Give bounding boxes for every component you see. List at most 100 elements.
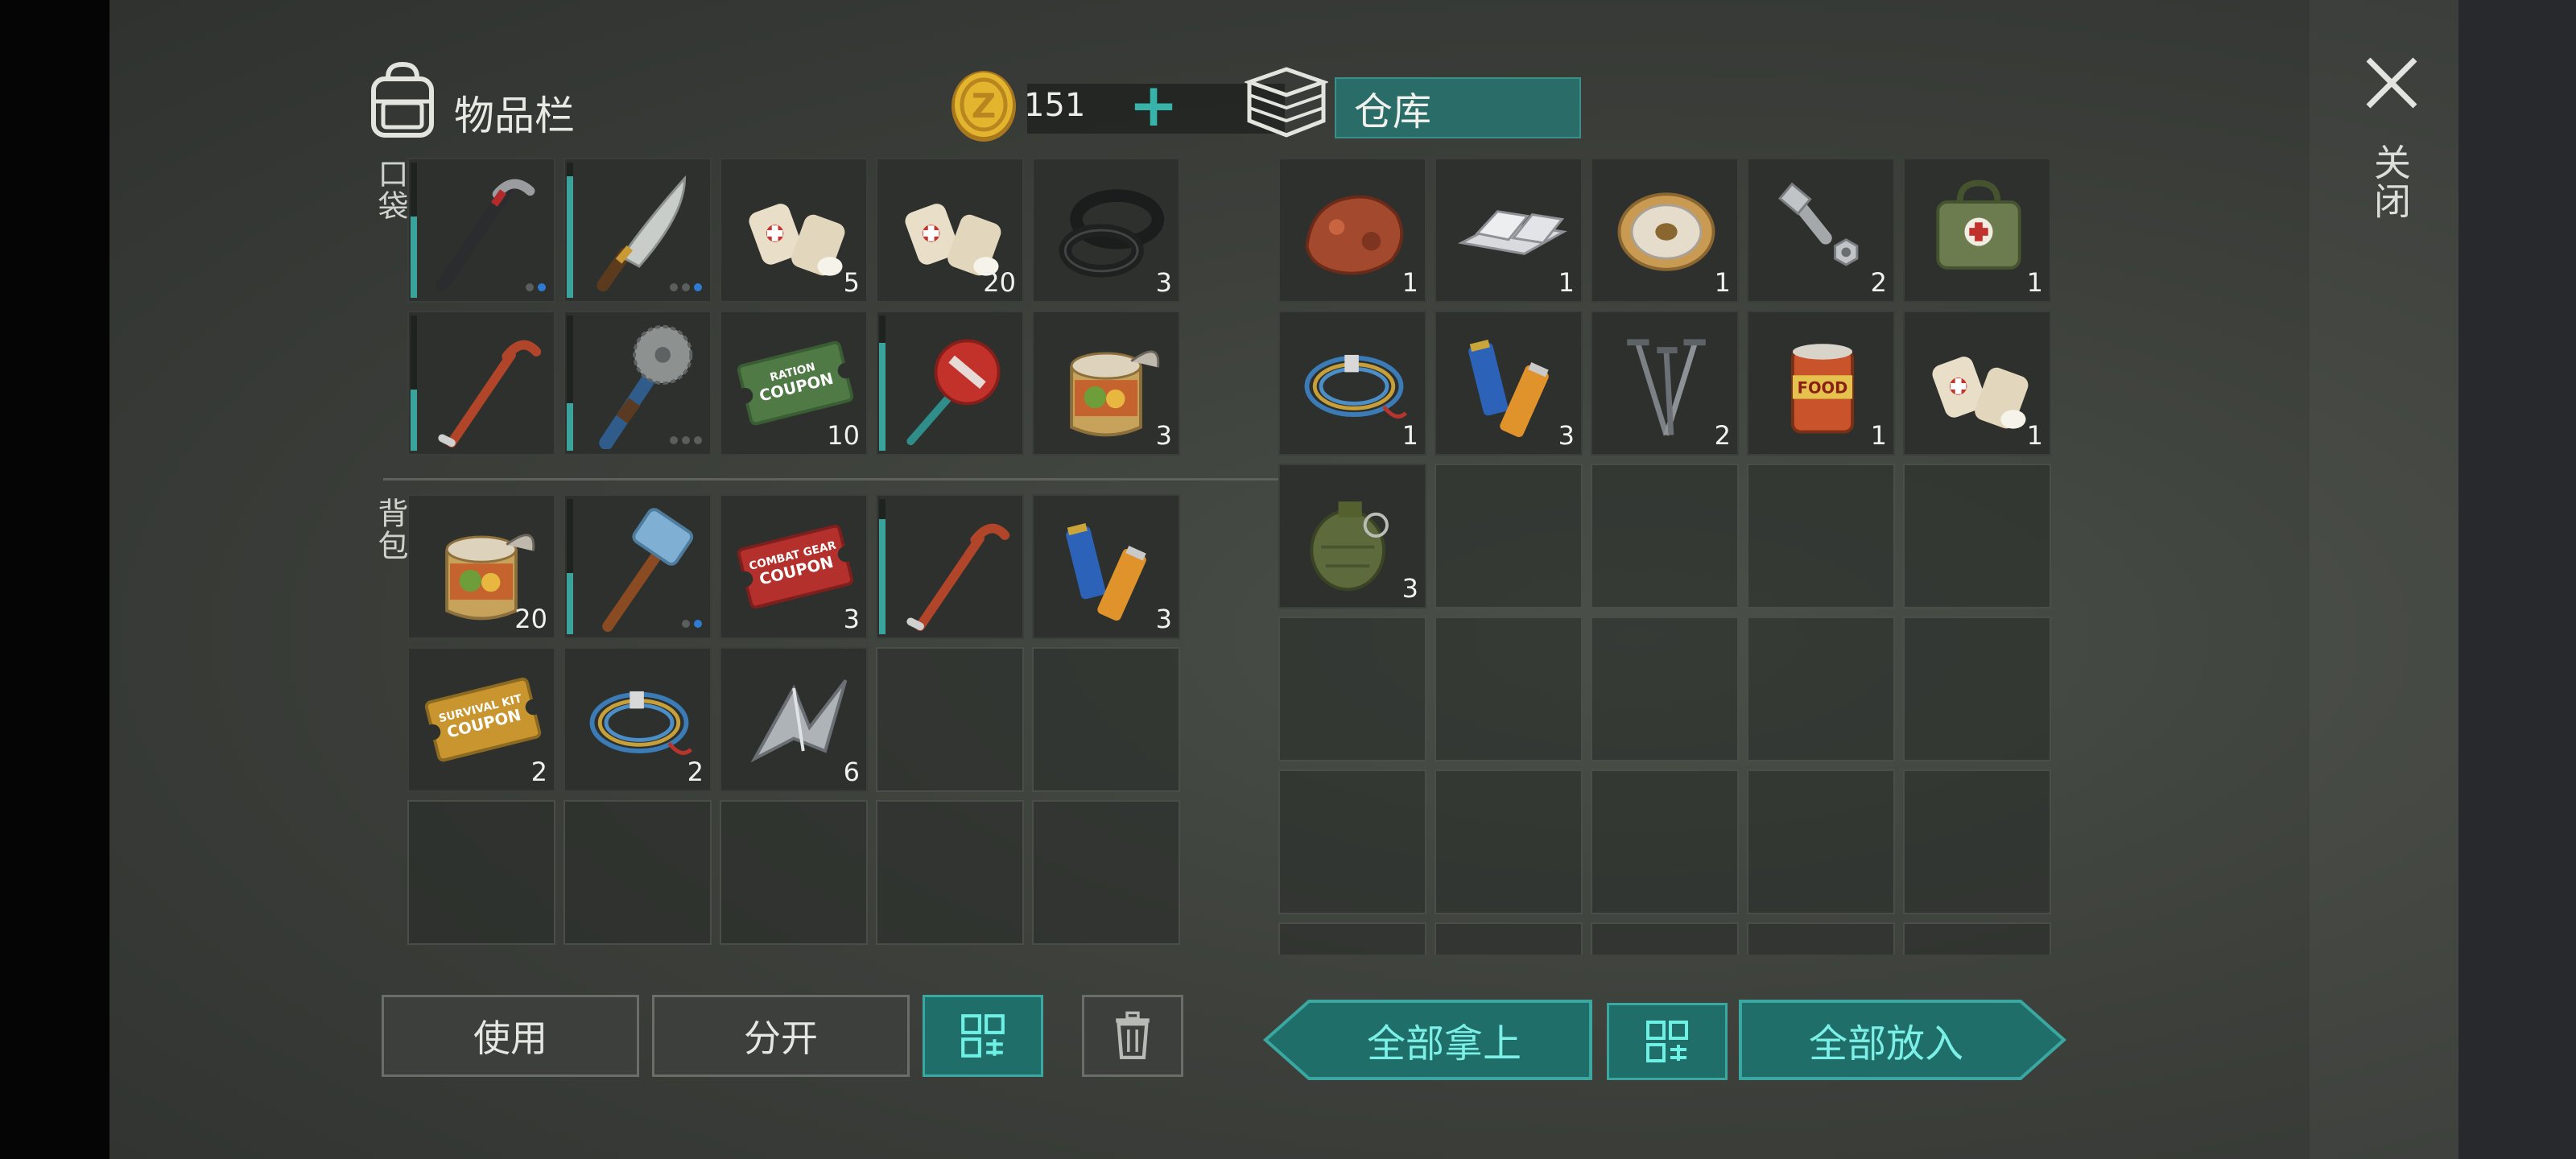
item-slot-metal-ingot[interactable]: 1 — [1435, 158, 1583, 303]
add-coins-button[interactable]: + — [1117, 71, 1190, 140]
upgrade-dots — [526, 283, 546, 291]
item-count: 1 — [1870, 420, 1887, 451]
empty-slot[interactable] — [1032, 647, 1180, 792]
bandage-icon — [1932, 357, 2029, 429]
item-slot-crowbar[interactable] — [876, 494, 1024, 639]
empty-slot[interactable] — [876, 647, 1024, 792]
close-icon — [2366, 57, 2417, 109]
pocket-divider — [383, 478, 1293, 481]
ore-icon — [1305, 195, 1404, 275]
split-button[interactable]: 分开 — [652, 995, 910, 1077]
trash-button[interactable] — [1082, 995, 1183, 1077]
item-slot-scrap-metal[interactable]: 6 — [720, 647, 868, 792]
item-slot-machete[interactable] — [564, 158, 712, 303]
item-slot-canned-food[interactable]: FOOD 1 — [1747, 311, 1895, 456]
item-slot-canned-food[interactable]: 3 — [1032, 311, 1180, 456]
coin-count: 151 — [1024, 87, 1086, 124]
item-slot-survival-coupon[interactable]: SURVIVAL KIT COUPON 2 — [407, 647, 555, 792]
upgrade-dots — [670, 283, 702, 291]
close-button[interactable] — [2355, 47, 2428, 119]
empty-slot[interactable] — [1747, 922, 1895, 955]
empty-slot[interactable] — [1435, 769, 1583, 914]
item-count: 3 — [1402, 573, 1418, 604]
item-slot-ore[interactable]: 1 — [1278, 158, 1426, 303]
empty-slot[interactable] — [1278, 617, 1426, 761]
item-slot-canned-food[interactable]: 20 — [407, 494, 555, 639]
empty-slot[interactable] — [1591, 769, 1739, 914]
sledgehammer-icon — [602, 508, 694, 633]
durability-bar — [879, 316, 886, 451]
empty-slot[interactable] — [1278, 769, 1426, 914]
item-slot-bolt-nut[interactable]: 2 — [1747, 158, 1895, 303]
item-slot-rubber-ring[interactable]: 3 — [1032, 158, 1180, 303]
empty-slot[interactable] — [720, 800, 868, 945]
svg-text:Z: Z — [972, 86, 996, 126]
item-slot-bandage[interactable]: 1 — [1903, 311, 2051, 456]
svg-text:FOOD: FOOD — [1798, 379, 1848, 398]
item-slot-bandage[interactable]: 20 — [876, 158, 1024, 303]
empty-slot[interactable] — [1903, 922, 2051, 955]
canned-food-icon — [1070, 350, 1160, 437]
item-count: 1 — [1402, 267, 1418, 298]
empty-slot[interactable] — [1747, 617, 1895, 761]
empty-slot[interactable] — [407, 800, 555, 945]
empty-slot[interactable] — [1903, 617, 2051, 761]
grid-sort-icon — [961, 1014, 1005, 1058]
bolt-nut-icon — [1778, 182, 1859, 266]
empty-slot[interactable] — [876, 800, 1024, 945]
metal-ingot-icon — [1458, 210, 1567, 255]
batteries-icon — [1468, 339, 1549, 438]
item-slot-wire-spool[interactable]: 1 — [1591, 158, 1739, 303]
empty-slot[interactable] — [1435, 464, 1583, 608]
item-slot-bandage[interactable]: 5 — [720, 158, 868, 303]
durability-bar — [567, 316, 573, 451]
item-slot-rope[interactable]: 1 — [1278, 311, 1426, 456]
item-slot-grenade[interactable]: 3 — [1278, 464, 1426, 608]
empty-slot[interactable] — [1591, 464, 1739, 608]
item-count: 6 — [843, 757, 860, 787]
item-slot-ration-coupon[interactable]: RATION COUPON 10 — [720, 311, 868, 456]
item-slot-crowbar-bar[interactable] — [407, 158, 555, 303]
item-count: 3 — [1155, 604, 1172, 634]
machete-icon — [597, 175, 687, 292]
combat-coupon-icon: COMBAT GEARCOUPON — [737, 524, 854, 609]
stop-sign-icon — [906, 339, 1001, 446]
empty-slot[interactable] — [1747, 464, 1895, 608]
item-slot-nails[interactable]: 2 — [1591, 311, 1739, 456]
empty-slot[interactable] — [564, 800, 712, 945]
item-slot-sledgehammer[interactable] — [564, 494, 712, 639]
empty-slot[interactable] — [1591, 922, 1739, 955]
item-slot-rope[interactable]: 2 — [564, 647, 712, 792]
durability-bar — [411, 163, 417, 298]
upgrade-dots — [670, 436, 702, 444]
item-slot-crowbar[interactable] — [407, 311, 555, 456]
empty-slot[interactable] — [1747, 769, 1895, 914]
empty-slot[interactable] — [1435, 922, 1583, 955]
empty-slot[interactable] — [1032, 800, 1180, 945]
take-all-button[interactable]: 全部拿上 — [1262, 998, 1594, 1082]
trash-icon — [1116, 1011, 1150, 1060]
survival-coupon-icon: SURVIVAL KITCOUPON — [424, 677, 542, 762]
item-slot-combat-coupon[interactable]: COMBAT GEAR COUPON 3 — [720, 494, 868, 639]
crowbar-icon — [906, 523, 1010, 632]
item-slot-batteries[interactable]: 3 — [1032, 494, 1180, 639]
put-all-button[interactable]: 全部放入 — [1737, 998, 2067, 1082]
item-count: 5 — [843, 267, 860, 298]
item-slot-first-aid-bag[interactable]: 1 — [1903, 158, 2051, 303]
item-count: 1 — [1714, 267, 1731, 298]
crowbar-icon — [438, 340, 542, 448]
pocket-grid: 5 20 3 RATION COUPON 10 3 — [407, 158, 1180, 456]
empty-slot[interactable] — [1278, 922, 1426, 955]
storage-title: 仓库 — [1335, 77, 1581, 138]
empty-slot[interactable] — [1435, 617, 1583, 761]
use-button[interactable]: 使用 — [382, 995, 639, 1077]
durability-bar — [567, 499, 573, 634]
item-slot-saw-club[interactable] — [564, 311, 712, 456]
item-slot-batteries[interactable]: 3 — [1435, 311, 1583, 456]
empty-slot[interactable] — [1591, 617, 1739, 761]
item-slot-stop-sign[interactable] — [876, 311, 1024, 456]
sort-storage-button[interactable] — [1607, 1003, 1728, 1080]
empty-slot[interactable] — [1903, 464, 2051, 608]
sort-inventory-button[interactable] — [923, 995, 1043, 1077]
empty-slot[interactable] — [1903, 769, 2051, 914]
